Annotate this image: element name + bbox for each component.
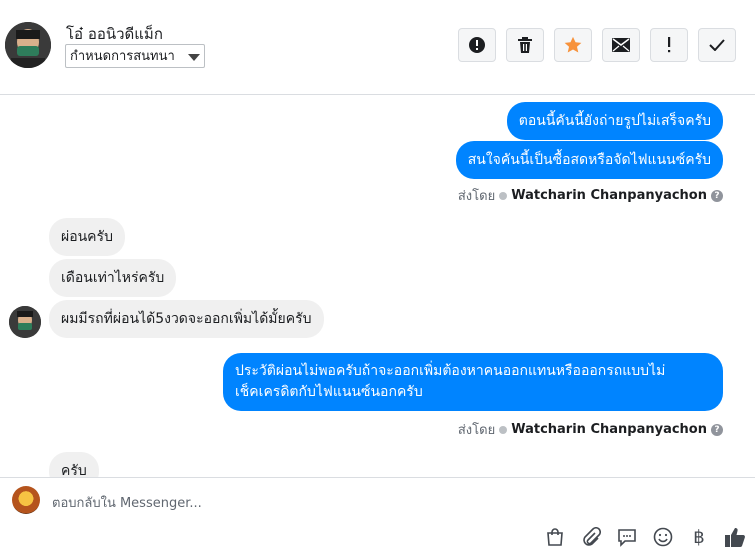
thumbs-up-icon[interactable] — [724, 526, 746, 548]
reply-composer: ตอบกลับใน Messenger... ฿ — [0, 477, 755, 557]
sender-name[interactable]: Watcharin Chanpanyachon — [511, 422, 707, 437]
outgoing-message[interactable]: สนใจคันนี้เป็นซื้อสดหรือจัดไฟแนนซ์ครับ — [455, 141, 723, 179]
help-icon[interactable]: ? — [711, 423, 723, 436]
message-line: ประวัติผ่อนไม่พอครับถ้าจะออกเพิ่มต้องหาค… — [235, 363, 666, 379]
contact-avatar-small[interactable] — [9, 306, 41, 338]
mark-unread-button[interactable] — [602, 28, 640, 62]
outgoing-message[interactable]: ตอนนี้คันนี้ยังถ่ายรูปไม่เสร็จครับ — [506, 102, 723, 140]
paperclip-icon[interactable] — [580, 526, 602, 548]
page-avatar — [12, 486, 40, 514]
star-button[interactable] — [554, 28, 592, 62]
message-thread[interactable]: ตอนนี้คันนี้ยังถ่ายรูปไม่เสร็จครับ สนใจค… — [0, 95, 755, 477]
conversation-header: โอ๋ ออนิวดีแม็ก กำหนดการสนทนา — [0, 0, 755, 95]
delete-button[interactable] — [506, 28, 544, 62]
flag-button[interactable] — [650, 28, 688, 62]
chevron-down-icon — [188, 54, 200, 61]
done-button[interactable] — [698, 28, 736, 62]
trash-icon — [517, 36, 533, 54]
spam-button[interactable] — [458, 28, 496, 62]
incoming-message[interactable]: ครับ — [49, 452, 99, 477]
reply-input[interactable]: ตอบกลับใน Messenger... — [52, 492, 202, 513]
alert-circle-icon — [468, 36, 486, 54]
baht-symbol: ฿ — [693, 526, 705, 548]
shopping-bag-icon[interactable] — [544, 526, 566, 548]
emoji-icon[interactable] — [652, 526, 674, 548]
outgoing-message[interactable]: ประวัติผ่อนไม่พอครับถ้าจะออกเพิ่มต้องหาค… — [223, 353, 723, 411]
sent-by-label: ส่งโดย — [457, 423, 496, 438]
star-icon — [564, 36, 582, 54]
conversation-select[interactable]: กำหนดการสนทนา — [65, 44, 205, 68]
message-line: เช็คเครดิตกับไฟแนนซ์นอกครับ — [235, 384, 423, 400]
exclamation-icon — [666, 37, 672, 53]
chat-bubble-icon[interactable] — [616, 526, 638, 548]
incoming-message[interactable]: ผมมีรถที่ผ่อนได้5งวดจะออกเพิ่มได้มั้ยครั… — [49, 300, 324, 338]
check-icon — [709, 39, 725, 51]
verified-icon — [499, 425, 508, 434]
envelope-icon — [612, 38, 630, 52]
help-icon[interactable]: ? — [711, 189, 723, 202]
sent-by-line: ส่งโดย Watcharin Chanpanyachon ? — [458, 419, 723, 440]
sent-by-line: ส่งโดย Watcharin Chanpanyachon ? — [458, 185, 723, 206]
incoming-message[interactable]: เดือนเท่าไหร่ครับ — [49, 259, 177, 297]
contact-name[interactable]: โอ๋ ออนิวดีแม็ก — [66, 22, 163, 46]
sent-by-label: ส่งโดย — [457, 189, 496, 204]
sender-name[interactable]: Watcharin Chanpanyachon — [511, 188, 707, 203]
verified-icon — [499, 191, 508, 200]
baht-icon[interactable]: ฿ — [688, 526, 710, 548]
conversation-select-value: กำหนดการสนทนา — [70, 49, 175, 64]
contact-avatar[interactable] — [5, 22, 51, 68]
incoming-message[interactable]: ผ่อนครับ — [49, 218, 125, 256]
